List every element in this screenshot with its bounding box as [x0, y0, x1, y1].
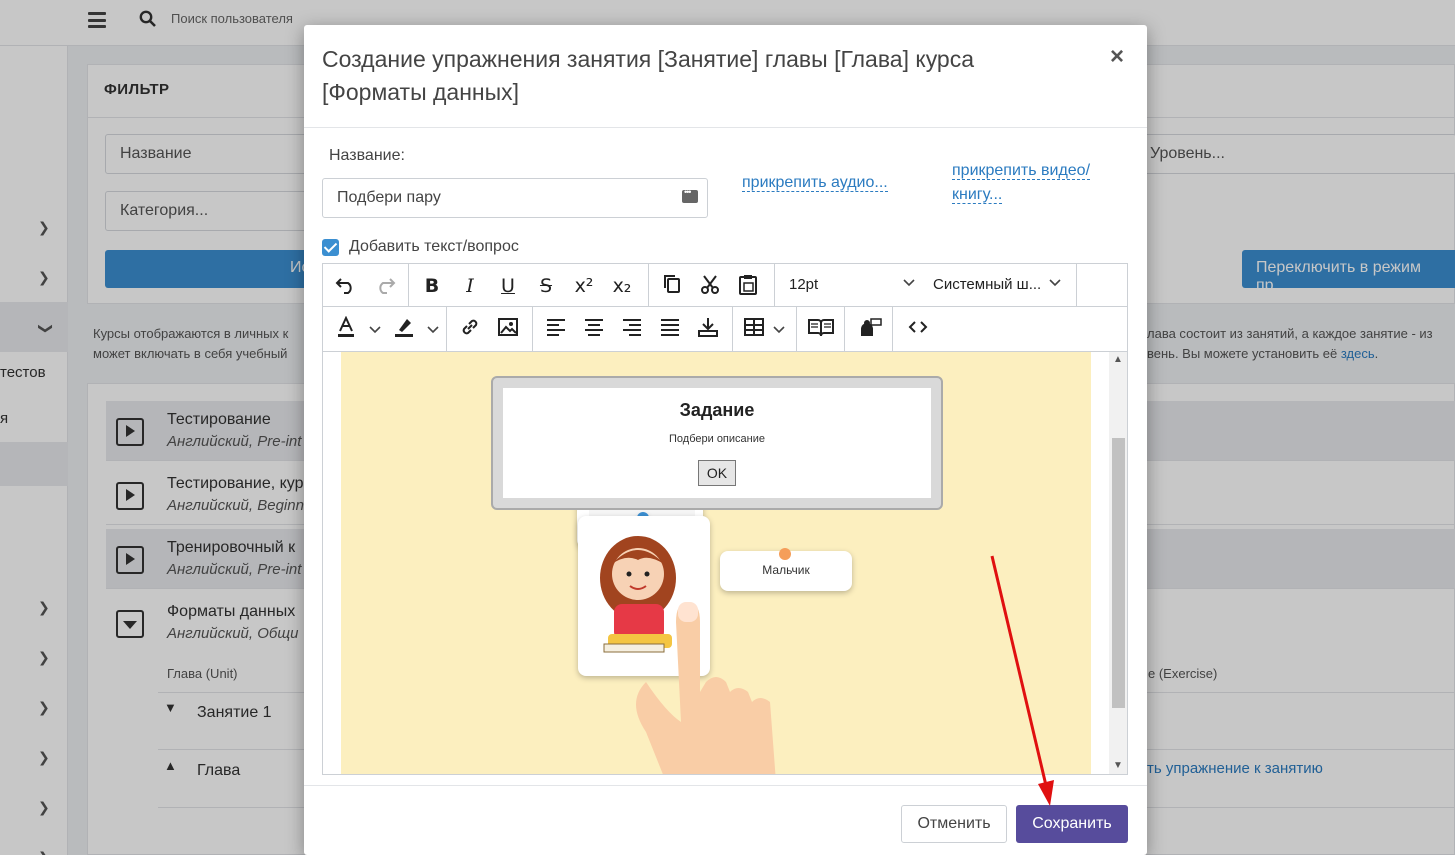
toolbar-group: B I U S x² x₂: [409, 264, 649, 306]
attach-audio-label[interactable]: прикрепить аудио...: [742, 174, 888, 192]
toolbar-group: [797, 307, 845, 351]
table-icon[interactable]: [741, 316, 767, 342]
cut-icon[interactable]: [697, 273, 723, 299]
copy-icon[interactable]: [659, 273, 685, 299]
strikethrough-icon[interactable]: S: [533, 273, 559, 299]
scroll-down-icon[interactable]: ▼: [1113, 760, 1123, 771]
add-text-checkbox-label[interactable]: Добавить текст/вопрос: [349, 238, 519, 256]
toolbar-group: [323, 264, 409, 306]
attach-video-label[interactable]: книгу...: [952, 186, 1003, 204]
attach-video-label[interactable]: прикрепить видео/: [952, 162, 1091, 180]
toolbar-group: [323, 307, 447, 351]
align-justify-icon[interactable]: [657, 316, 683, 342]
align-center-icon[interactable]: [581, 316, 607, 342]
attach-audio-link[interactable]: прикрепить аудио...: [742, 171, 888, 195]
highlight-color-icon[interactable]: [391, 316, 417, 342]
undo-icon[interactable]: [333, 273, 359, 299]
editor-toolbar-row: B I U S x² x₂ 12pt Системный ш...: [323, 264, 1127, 307]
chevron-down-icon: [1049, 276, 1061, 291]
task-dialog-title: Задание: [679, 400, 755, 420]
link-icon[interactable]: [457, 316, 483, 342]
align-left-icon[interactable]: [543, 316, 569, 342]
font-family-value: Системный ш...: [933, 276, 1042, 293]
connector-dot: [779, 548, 791, 560]
scrollbar-thumb[interactable]: [1112, 438, 1125, 708]
italic-icon[interactable]: I: [457, 273, 483, 299]
toolbar-group: [733, 307, 797, 351]
exercise-preview-background: Мальчик Задание Подбери описание OK: [341, 352, 1091, 774]
redo-icon[interactable]: [372, 273, 398, 299]
task-dialog-body: Задание Подбери описание OK: [503, 388, 931, 498]
source-code-icon[interactable]: [905, 316, 931, 342]
task-dialog-text: Подбери описание: [669, 433, 765, 445]
pointing-hand-illustration: [636, 602, 776, 774]
toolbar-group: [893, 307, 943, 351]
task-dialog: Задание Подбери описание OK: [491, 376, 943, 510]
toolbar-group: [447, 307, 533, 351]
font-size-value: 12pt: [789, 276, 819, 293]
cancel-button[interactable]: Отменить: [901, 805, 1007, 843]
superscript-icon[interactable]: x²: [571, 273, 597, 299]
book-icon[interactable]: [807, 316, 835, 342]
editor-toolbar-row: [323, 307, 1127, 352]
toolbar-group: [845, 307, 893, 351]
font-family-select[interactable]: Системный ш...: [925, 264, 1077, 306]
attach-video-link[interactable]: прикрепить видео/ книгу...: [952, 159, 1091, 207]
task-dialog-ok-button[interactable]: OK: [698, 460, 736, 486]
insert-download-icon[interactable]: [695, 316, 721, 342]
word-card-label: Мальчик: [762, 563, 810, 577]
toolbar-group: [533, 307, 733, 351]
add-text-checkbox[interactable]: [322, 239, 339, 256]
align-right-icon[interactable]: [619, 316, 645, 342]
subscript-icon[interactable]: x₂: [609, 273, 635, 299]
editor-scrollbar[interactable]: ▲ ▼: [1109, 352, 1127, 774]
password-manager-icon[interactable]: [682, 187, 698, 203]
text-color-icon[interactable]: [333, 315, 359, 342]
teacher-icon[interactable]: [855, 316, 883, 342]
image-icon[interactable]: [495, 316, 521, 342]
divider: [304, 127, 1147, 128]
paste-icon[interactable]: [735, 273, 761, 299]
chevron-down-icon[interactable]: [369, 323, 381, 338]
scroll-up-icon[interactable]: ▲: [1113, 354, 1123, 365]
save-button[interactable]: Сохранить: [1016, 805, 1128, 843]
modal-title: Создание упражнения занятия [Занятие] гл…: [322, 46, 975, 105]
font-size-select[interactable]: 12pt: [775, 264, 925, 306]
exercise-name-input[interactable]: Подбери пару: [322, 178, 708, 218]
chevron-down-icon: [903, 276, 915, 291]
underline-icon[interactable]: U: [495, 273, 521, 299]
bold-icon[interactable]: B: [419, 273, 445, 299]
toolbar-group: [649, 264, 775, 306]
chevron-down-icon[interactable]: [773, 323, 785, 338]
close-icon[interactable]: ×: [1110, 43, 1124, 71]
annotation-arrow: [990, 555, 1054, 806]
name-label: Название:: [329, 147, 405, 164]
chevron-down-icon[interactable]: [427, 323, 439, 338]
